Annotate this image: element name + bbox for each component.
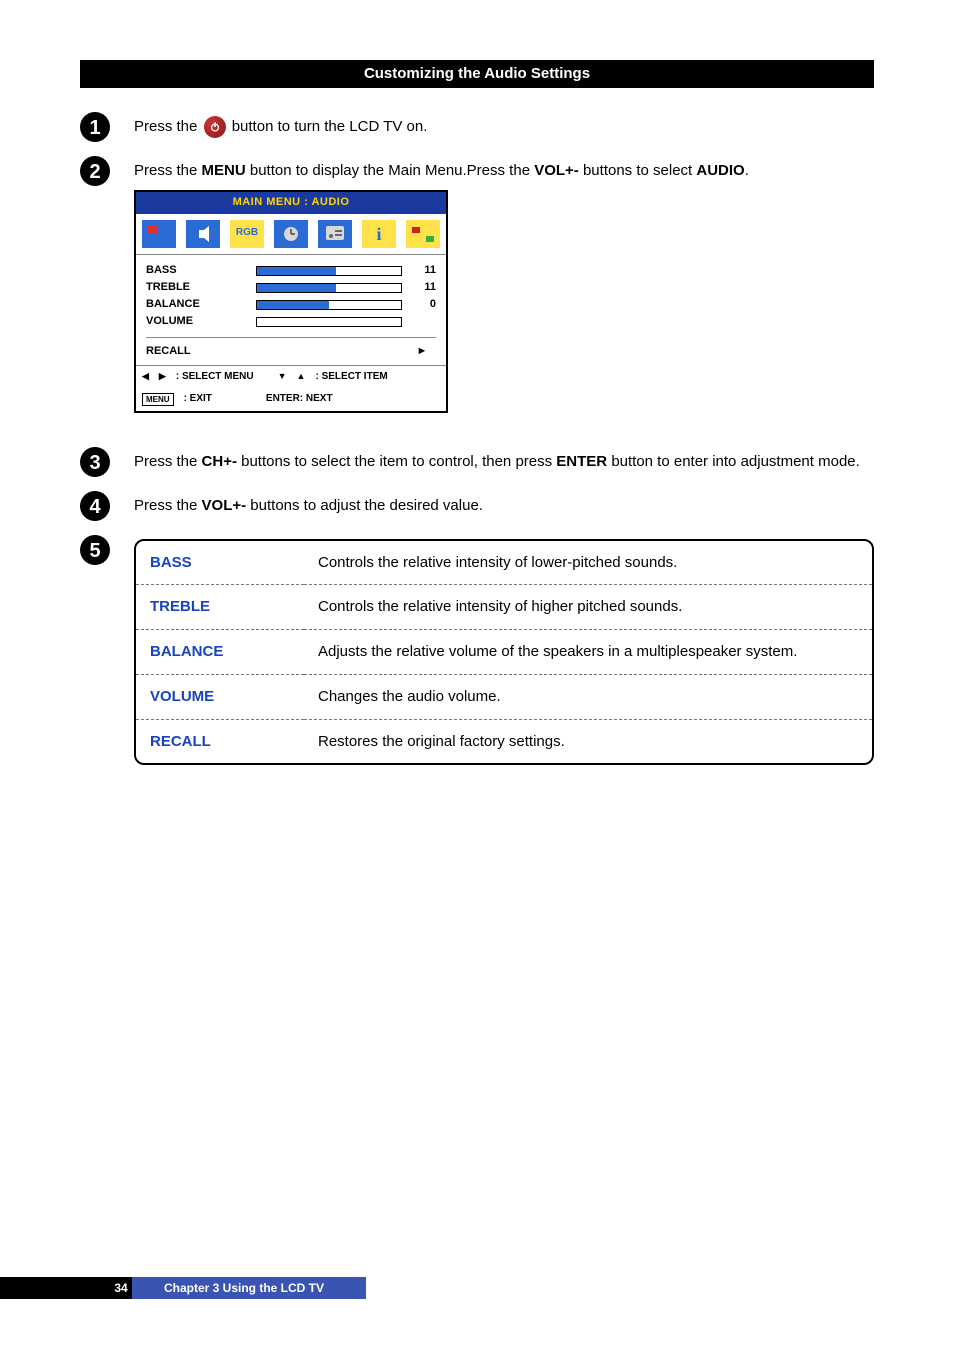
- svg-text:4: 4: [89, 496, 101, 518]
- osd-label: RECALL: [146, 344, 256, 360]
- step-number-4-icon: 4: [80, 491, 110, 521]
- step-5: 5 BASS Controls the relative intensity o…: [80, 539, 874, 766]
- param-name: BALANCE: [136, 630, 304, 675]
- table-row: TREBLE Controls the relative intensity o…: [136, 585, 872, 630]
- options-icon: [318, 220, 352, 248]
- table-row: BASS Controls the relative intensity of …: [136, 541, 872, 585]
- step2-audio: AUDIO: [696, 162, 744, 179]
- osd-body: BASS 11 TREBLE 11 BALANCE 0: [136, 255, 446, 365]
- osd-hint-select-menu: : SELECT MENU: [176, 370, 254, 385]
- power-icon: [204, 116, 226, 138]
- section-header: Customizing the Audio Settings: [80, 60, 874, 88]
- page-footer: 34 Chapter 3 Using the LCD TV: [0, 1277, 366, 1299]
- step4-vol: VOL+-: [202, 497, 247, 514]
- osd-value: 11: [402, 280, 436, 296]
- step-number-1-icon: 1: [80, 112, 110, 142]
- osd-slider: [256, 317, 402, 327]
- step1-text-post: button to turn the LCD TV on.: [232, 118, 428, 135]
- audio-icon: [186, 220, 220, 248]
- table-row: RECALL Restores the original factory set…: [136, 719, 872, 763]
- osd-icon-row: RGB i: [136, 214, 446, 255]
- svg-text:3: 3: [89, 452, 100, 474]
- param-desc: Changes the audio volume.: [304, 674, 872, 719]
- svg-text:5: 5: [89, 540, 100, 562]
- osd-hint-enter: ENTER: NEXT: [266, 392, 333, 407]
- info-icon: i: [362, 220, 396, 248]
- step4-pre: Press the: [134, 497, 202, 514]
- video-icon: [142, 220, 176, 248]
- step2-post: buttons to select: [583, 162, 696, 179]
- parameters-table: BASS Controls the relative intensity of …: [134, 539, 874, 766]
- triangle-left-icon: ◀: [142, 370, 149, 383]
- osd-slider: [256, 283, 402, 293]
- param-name: VOLUME: [136, 674, 304, 719]
- osd-label: TREBLE: [146, 280, 256, 296]
- step3-mid: buttons to select the item to control, t…: [241, 453, 556, 470]
- step3-ch: CH+-: [202, 453, 237, 470]
- osd-row-bass: BASS 11: [146, 263, 436, 280]
- param-desc: Restores the original factory settings.: [304, 719, 872, 763]
- svg-text:2: 2: [89, 161, 100, 183]
- osd-footer: ◀ ▶ : SELECT MENU ▼ ▲ : SELECT ITEM MENU : …: [136, 365, 446, 411]
- clock-icon: [274, 220, 308, 248]
- step-1: 1 Press the button to turn the LCD TV on…: [80, 116, 874, 142]
- triangle-up-icon: ▲: [297, 370, 306, 383]
- osd-value: 11: [402, 263, 436, 279]
- step3-enter: ENTER: [556, 453, 607, 470]
- param-desc: Controls the relative intensity of lower…: [304, 541, 872, 585]
- osd-title: MAIN MENU : AUDIO: [136, 192, 446, 214]
- step2-vol: VOL+-: [534, 162, 579, 179]
- osd-panel: MAIN MENU : AUDIO RGB i: [134, 190, 448, 413]
- osd-slider: [256, 300, 402, 310]
- osd-hint-exit: : EXIT: [184, 392, 212, 407]
- osd-label: VOLUME: [146, 314, 256, 330]
- step-4: 4 Press the VOL+- buttons to adjust the …: [80, 495, 874, 521]
- triangle-down-icon: ▼: [278, 370, 287, 383]
- step4-post: buttons to adjust the desired value.: [250, 497, 483, 514]
- param-name: BASS: [136, 541, 304, 585]
- step-number-5-icon: 5: [80, 535, 110, 565]
- table-row: BALANCE Adjusts the relative volume of t…: [136, 630, 872, 675]
- step2-end: .: [745, 162, 749, 179]
- chapter-label: Chapter 3 Using the LCD TV: [144, 1281, 324, 1295]
- param-name: TREBLE: [136, 585, 304, 630]
- triangle-right-icon: ▶: [159, 370, 166, 383]
- step3-post: button to enter into adjustment mode.: [611, 453, 860, 470]
- page-number: 34: [114, 1281, 127, 1295]
- other-icon: [406, 220, 440, 248]
- page-number-badge: 34: [110, 1277, 132, 1299]
- osd-row-volume: VOLUME: [146, 314, 436, 331]
- triangle-right-icon: ►: [408, 344, 436, 360]
- step-2: 2 Press the MENU button to display the M…: [80, 160, 874, 413]
- section-title: Customizing the Audio Settings: [364, 60, 590, 88]
- step1-text-pre: Press the: [134, 118, 202, 135]
- osd-row-recall: RECALL ►: [146, 344, 436, 361]
- menu-key-icon: MENU: [142, 393, 174, 407]
- osd-label: BALANCE: [146, 297, 256, 313]
- step-3: 3 Press the CH+- buttons to select the i…: [80, 451, 874, 477]
- rgb-icon: RGB: [230, 220, 264, 248]
- osd-label: BASS: [146, 263, 256, 279]
- param-desc: Adjusts the relative volume of the speak…: [304, 630, 872, 675]
- osd-row-treble: TREBLE 11: [146, 280, 436, 297]
- osd-row-balance: BALANCE 0: [146, 297, 436, 314]
- param-desc: Controls the relative intensity of highe…: [304, 585, 872, 630]
- osd-hint-select-item: : SELECT ITEM: [315, 370, 387, 385]
- step-number-2-icon: 2: [80, 156, 110, 186]
- osd-slider: [256, 266, 402, 276]
- osd-value: 0: [402, 297, 436, 313]
- step-number-3-icon: 3: [80, 447, 110, 477]
- step3-pre: Press the: [134, 453, 202, 470]
- step2-menu: MENU: [202, 162, 246, 179]
- table-row: VOLUME Changes the audio volume.: [136, 674, 872, 719]
- param-name: RECALL: [136, 719, 304, 763]
- step2-pre: Press the: [134, 162, 202, 179]
- svg-text:1: 1: [89, 117, 100, 139]
- step2-mid: button to display the Main Menu.Press th…: [250, 162, 534, 179]
